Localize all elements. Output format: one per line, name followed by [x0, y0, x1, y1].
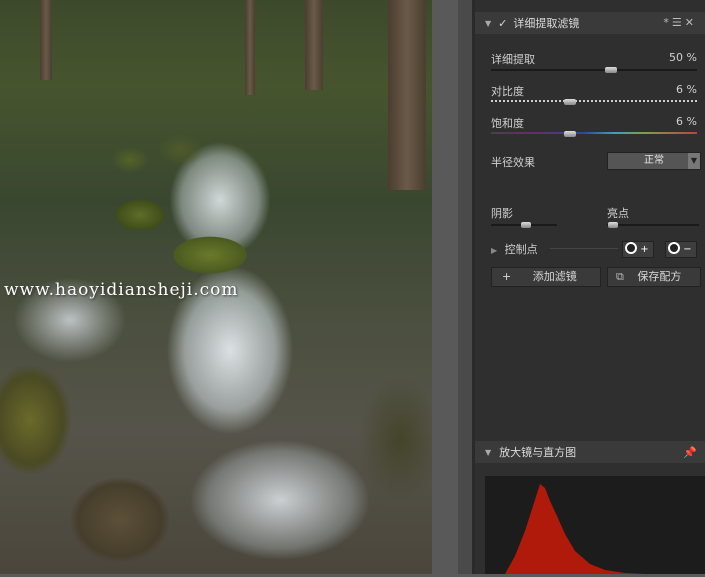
- saturation-slider[interactable]: [491, 132, 697, 134]
- detail-extract-knob[interactable]: [605, 67, 617, 73]
- control-point-icon: [625, 242, 637, 254]
- loupe-histogram-header[interactable]: ▼ 放大镜与直方图 📌: [475, 441, 705, 463]
- radius-effect-value: 正常: [644, 155, 664, 166]
- saturation-value: 6 %: [676, 115, 697, 128]
- radius-effect-label: 半径效果: [491, 156, 535, 169]
- plus-icon: +: [502, 270, 512, 283]
- filter-header[interactable]: ▼ ✓ 详细提取滤镜 *☰✕: [475, 12, 705, 34]
- minus-icon: −: [683, 244, 692, 255]
- loupe-histogram-title: 放大镜与直方图: [499, 446, 577, 459]
- control-point-icon: [668, 242, 680, 254]
- control-points-divider: [550, 248, 618, 249]
- control-points-row[interactable]: ▶ 控制点: [491, 241, 538, 257]
- waterfall-photo[interactable]: www.haoyidiansheji.com: [0, 0, 432, 574]
- saturation-knob[interactable]: [564, 131, 576, 137]
- collapse-triangle-icon[interactable]: ▼: [485, 19, 491, 28]
- detail-extract-label: 详细提取: [491, 53, 535, 66]
- shadows-knob[interactable]: [521, 222, 531, 228]
- plus-icon: +: [640, 244, 649, 255]
- tree-trunk: [245, 0, 255, 95]
- histogram: [485, 476, 705, 574]
- filter-title: 详细提取滤镜: [513, 17, 580, 30]
- saturation-label: 饱和度: [491, 117, 524, 130]
- image-canvas-area: www.haoyidiansheji.com: [0, 0, 472, 574]
- add-control-point-button[interactable]: +: [622, 241, 654, 258]
- control-points-label: 控制点: [504, 243, 538, 256]
- watermark-text: www.haoyidiansheji.com: [4, 280, 239, 300]
- highlights-slider[interactable]: [607, 224, 699, 226]
- tree-trunk: [40, 0, 52, 80]
- remove-control-point-button[interactable]: −: [665, 241, 697, 258]
- save-recipe-label: 保存配方: [637, 270, 682, 283]
- radius-effect-select[interactable]: 正常 ▼: [607, 152, 701, 170]
- histogram-graph: [505, 484, 645, 574]
- canvas-scrollbar[interactable]: [458, 0, 472, 574]
- add-filter-button[interactable]: + 添加滤镜: [491, 267, 601, 287]
- filter-panel: ▼ ✓ 详细提取滤镜 *☰✕ 详细提取 50 % 对比度 6 % 饱和度 6 %…: [475, 0, 705, 574]
- add-filter-label: 添加滤镜: [532, 270, 577, 283]
- collapse-triangle-icon[interactable]: ▼: [485, 448, 491, 457]
- contrast-knob[interactable]: [564, 99, 576, 105]
- contrast-value: 6 %: [676, 83, 697, 96]
- tree-trunk: [305, 0, 323, 90]
- detail-extract-slider[interactable]: [491, 69, 697, 71]
- highlights-knob[interactable]: [608, 222, 618, 228]
- contrast-label: 对比度: [491, 85, 524, 98]
- contrast-slider[interactable]: [491, 100, 697, 102]
- dropdown-arrow-icon[interactable]: ▼: [688, 153, 700, 169]
- recipe-icon: ⧉: [616, 270, 624, 283]
- shadows-label: 阴影: [491, 207, 513, 220]
- save-recipe-button[interactable]: ⧉ 保存配方: [607, 267, 701, 287]
- tree-trunk: [388, 0, 426, 190]
- filter-menu-icons[interactable]: *☰✕: [663, 16, 697, 29]
- highlights-label: 亮点: [607, 207, 629, 220]
- expand-triangle-icon[interactable]: ▶: [491, 246, 497, 255]
- filter-enable-checkbox[interactable]: ✓: [498, 17, 507, 30]
- detail-extract-value: 50 %: [669, 51, 697, 64]
- pin-icon[interactable]: 📌: [683, 446, 697, 459]
